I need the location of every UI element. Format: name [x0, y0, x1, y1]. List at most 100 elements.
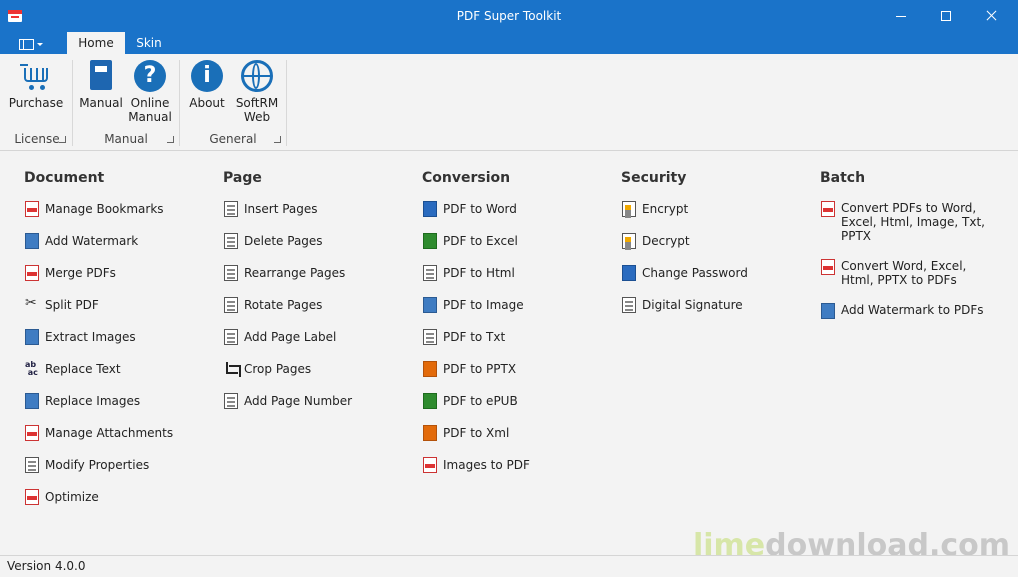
group-label-manual: Manual	[104, 132, 148, 146]
tool-replace-images[interactable]: Replace Images	[24, 393, 214, 425]
section-batch: Batch Convert PDFs to Word, Excel, Html,…	[820, 169, 1010, 333]
cart-icon	[20, 60, 52, 92]
ribbon-group-license: Purchase License	[4, 56, 70, 148]
tool-rotate-pages[interactable]: Rotate Pages	[223, 297, 413, 329]
tool-encrypt[interactable]: Encrypt	[621, 201, 811, 233]
tool-manage-bookmarks[interactable]: Manage Bookmarks	[24, 201, 214, 233]
manual-label: Manual	[79, 96, 123, 110]
page-number-icon	[224, 393, 238, 409]
tool-batch-convert-from-pdf[interactable]: Convert PDFs to Word, Excel, Html, Image…	[820, 201, 1010, 243]
page-label-icon	[224, 329, 238, 345]
minimize-button[interactable]	[878, 0, 924, 32]
purchase-button[interactable]: Purchase	[6, 60, 66, 110]
tool-crop-pages[interactable]: Crop Pages	[223, 361, 413, 393]
password-icon	[622, 265, 636, 281]
info-icon: i	[191, 60, 223, 92]
tab-home[interactable]: Home	[67, 32, 125, 54]
section-title-page: Page	[223, 170, 262, 186]
tool-change-password[interactable]: Change Password	[621, 265, 811, 297]
tool-batch-convert-to-pdf[interactable]: Convert Word, Excel, Html, PPTX to PDFs	[820, 259, 1010, 287]
tool-delete-pages[interactable]: Delete Pages	[223, 233, 413, 265]
optimize-icon	[25, 489, 39, 505]
tool-modify-properties[interactable]: Modify Properties	[24, 457, 214, 489]
section-title-conversion: Conversion	[422, 170, 511, 186]
tool-add-page-label[interactable]: Add Page Label	[223, 329, 413, 361]
replace-images-icon	[25, 393, 39, 409]
dialog-launcher-icon[interactable]	[59, 136, 66, 143]
tool-pdf-to-excel[interactable]: PDF to Excel	[422, 233, 612, 265]
ribbon-group-manual: Manual ? Online Manual Manual	[74, 56, 178, 148]
tool-rearrange-pages[interactable]: Rearrange Pages	[223, 265, 413, 297]
manual-button[interactable]: Manual	[78, 60, 124, 110]
rearrange-pages-icon	[224, 265, 238, 281]
app-menu-button[interactable]	[17, 38, 45, 50]
ribbon-group-general: i About SoftRM Web General	[181, 56, 285, 148]
tool-pdf-to-xml[interactable]: PDF to Xml	[422, 425, 612, 457]
word-icon	[423, 201, 437, 217]
tool-batch-add-watermark[interactable]: Add Watermark to PDFs	[820, 303, 1010, 319]
txt-icon	[423, 329, 437, 345]
tool-add-page-number[interactable]: Add Page Number	[223, 393, 413, 425]
bookmark-icon	[25, 201, 39, 217]
lock-icon	[622, 201, 636, 217]
tool-manage-attachments[interactable]: Manage Attachments	[24, 425, 214, 457]
tool-insert-pages[interactable]: Insert Pages	[223, 201, 413, 233]
attachment-icon	[25, 425, 39, 441]
tool-pdf-to-html[interactable]: PDF to Html	[422, 265, 612, 297]
powerpoint-icon	[423, 361, 437, 377]
rotate-page-icon	[224, 297, 238, 313]
tab-skin[interactable]: Skin	[125, 32, 173, 54]
tool-digital-signature[interactable]: Digital Signature	[621, 297, 811, 329]
tool-pdf-to-epub[interactable]: PDF to ePUB	[422, 393, 612, 425]
batch-to-pdf-icon	[821, 259, 835, 275]
purchase-label: Purchase	[8, 96, 64, 110]
tool-merge-pdfs[interactable]: Merge PDFs	[24, 265, 214, 297]
help-icon: ?	[134, 60, 166, 92]
tool-images-to-pdf[interactable]: Images to PDF	[422, 457, 612, 489]
group-label-general: General	[209, 132, 257, 146]
about-label: About	[189, 96, 225, 110]
section-page: Page Insert Pages Delete Pages Rearrange…	[223, 169, 413, 425]
tool-extract-images[interactable]: Extract Images	[24, 329, 214, 361]
tool-optimize[interactable]: Optimize	[24, 489, 214, 521]
tool-replace-text[interactable]: ab ac Replace Text	[24, 361, 214, 393]
online-manual-label-line2: Manual	[128, 110, 172, 124]
tool-pdf-to-pptx[interactable]: PDF to PPTX	[422, 361, 612, 393]
dialog-launcher-icon[interactable]	[274, 136, 281, 143]
online-manual-button[interactable]: ? Online Manual	[126, 60, 174, 124]
tool-pdf-to-txt[interactable]: PDF to Txt	[422, 329, 612, 361]
dialog-launcher-icon[interactable]	[167, 136, 174, 143]
close-button[interactable]	[968, 0, 1014, 32]
maximize-button[interactable]	[922, 0, 968, 32]
group-divider	[286, 60, 287, 146]
section-conversion: Conversion PDF to Word PDF to Excel PDF …	[422, 169, 612, 489]
tool-add-watermark[interactable]: Add Watermark	[24, 233, 214, 265]
tool-pdf-to-image[interactable]: PDF to Image	[422, 297, 612, 329]
chevron-down-icon	[37, 43, 43, 46]
group-divider	[179, 60, 180, 146]
xml-icon	[423, 425, 437, 441]
signature-icon	[622, 297, 636, 313]
insert-page-icon	[224, 201, 238, 217]
excel-icon	[423, 233, 437, 249]
section-title-batch: Batch	[820, 170, 866, 186]
tool-pdf-to-word[interactable]: PDF to Word	[422, 201, 612, 233]
image-icon	[423, 297, 437, 313]
tool-split-pdf[interactable]: Split PDF	[24, 295, 214, 329]
section-title-document: Document	[24, 170, 105, 186]
tools-panel: Document Manage Bookmarks Add Watermark …	[0, 151, 1018, 555]
globe-icon	[241, 60, 273, 92]
group-divider	[72, 60, 73, 146]
tool-decrypt[interactable]: Decrypt	[621, 233, 811, 265]
extract-images-icon	[25, 329, 39, 345]
version-label: Version 4.0.0	[7, 559, 86, 573]
epub-icon	[423, 393, 437, 409]
about-button[interactable]: i About	[185, 60, 229, 110]
delete-page-icon	[224, 233, 238, 249]
crop-icon	[224, 361, 241, 377]
softrm-web-button[interactable]: SoftRM Web	[233, 60, 281, 124]
section-security: Security Encrypt Decrypt Change Password…	[621, 169, 811, 329]
watermark-icon	[25, 233, 39, 249]
ribbon-tab-row: Home Skin	[0, 32, 1018, 54]
softrm-web-label-line2: Web	[243, 110, 271, 124]
